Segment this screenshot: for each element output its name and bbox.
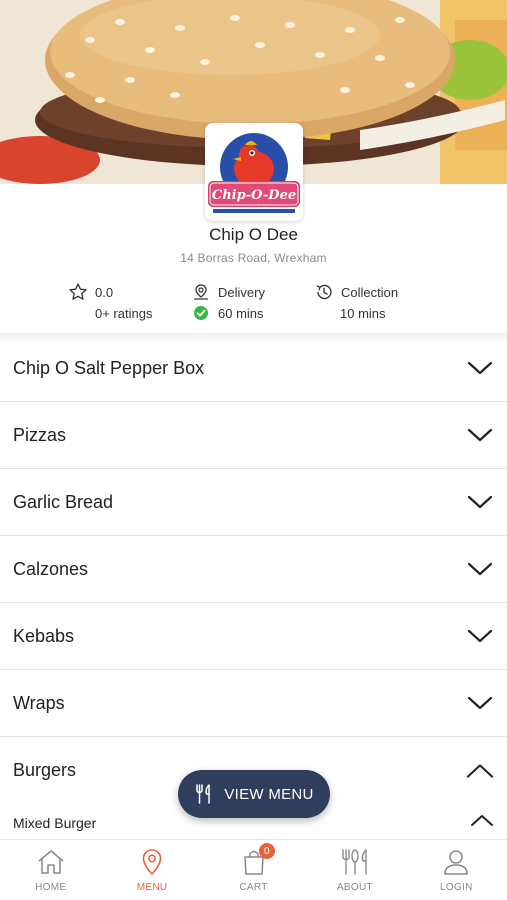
view-menu-button[interactable]: VIEW MENU bbox=[178, 770, 330, 818]
nav-home-label: HOME bbox=[35, 882, 67, 893]
cutlery-icon bbox=[194, 783, 214, 805]
nav-cart[interactable]: 0 CART bbox=[203, 840, 304, 900]
chevron-up-icon[interactable] bbox=[470, 813, 494, 832]
history-clock-icon bbox=[314, 282, 334, 302]
store-name: Chip O Dee bbox=[209, 225, 298, 244]
category-pizzas[interactable]: Pizzas bbox=[0, 402, 507, 469]
chevron-down-icon[interactable] bbox=[466, 358, 494, 378]
category-label: Kebabs bbox=[13, 625, 75, 646]
nav-cart-label: CART bbox=[239, 882, 268, 893]
nav-menu[interactable]: MENU bbox=[101, 840, 202, 900]
category-kebabs[interactable]: Kebabs bbox=[0, 603, 507, 670]
category-label: Pizzas bbox=[13, 424, 67, 445]
category-label: Chip O Salt Pepper Box bbox=[13, 357, 205, 378]
bottom-navigation: HOME MENU 0 CART ABOUT LOGIN bbox=[0, 839, 507, 900]
category-label: Burgers bbox=[13, 760, 77, 780]
chevron-down-icon[interactable] bbox=[466, 559, 494, 579]
category-chip-o-salt-pepper-box[interactable]: Chip O Salt Pepper Box bbox=[0, 335, 507, 402]
collection-label: Collection bbox=[341, 284, 399, 300]
location-pin-icon bbox=[140, 846, 164, 878]
cutlery-icon bbox=[339, 846, 371, 878]
category-calzones[interactable]: Calzones bbox=[0, 536, 507, 603]
collection-stat: Collection 10 mins bbox=[314, 281, 398, 323]
star-icon bbox=[68, 282, 88, 302]
cart-count-badge: 0 bbox=[258, 843, 275, 859]
store-address: 14 Borras Road, Wrexham bbox=[180, 251, 327, 265]
chevron-down-icon[interactable] bbox=[466, 492, 494, 512]
chevron-down-icon[interactable] bbox=[466, 425, 494, 445]
home-icon bbox=[36, 846, 66, 878]
check-circle-icon bbox=[191, 303, 211, 323]
user-icon bbox=[442, 846, 470, 878]
delivery-stat: Delivery 60 mins bbox=[191, 281, 265, 323]
rating-value: 0.0 bbox=[95, 284, 114, 300]
category-wraps[interactable]: Wraps bbox=[0, 670, 507, 737]
logo-text: Chip-O-Dee bbox=[212, 188, 296, 203]
category-label: Calzones bbox=[13, 558, 89, 579]
subcategory-label: Mixed Burger bbox=[13, 814, 97, 831]
nav-home[interactable]: HOME bbox=[0, 840, 101, 900]
chevron-up-icon[interactable] bbox=[466, 761, 494, 781]
store-logo: Chip-O-Dee bbox=[205, 123, 303, 221]
nav-login-label: LOGIN bbox=[440, 882, 473, 893]
nav-login[interactable]: LOGIN bbox=[406, 840, 507, 900]
delivery-label: Delivery bbox=[218, 284, 265, 300]
chevron-down-icon[interactable] bbox=[466, 693, 494, 713]
collection-time: 10 mins bbox=[340, 305, 386, 321]
rating-stat: 0.0 0+ ratings bbox=[68, 281, 152, 323]
category-label: Garlic Bread bbox=[13, 491, 114, 512]
location-pin-icon bbox=[191, 282, 211, 302]
nav-about-label: ABOUT bbox=[336, 882, 373, 893]
chevron-down-icon[interactable] bbox=[466, 626, 494, 646]
view-menu-label: VIEW MENU bbox=[224, 785, 314, 803]
category-label: Wraps bbox=[13, 692, 65, 713]
nav-menu-label: MENU bbox=[136, 882, 168, 893]
delivery-time: 60 mins bbox=[218, 305, 264, 321]
nav-about[interactable]: ABOUT bbox=[304, 840, 405, 900]
ratings-count: 0+ ratings bbox=[95, 305, 153, 321]
category-garlic-bread[interactable]: Garlic Bread bbox=[0, 469, 507, 536]
